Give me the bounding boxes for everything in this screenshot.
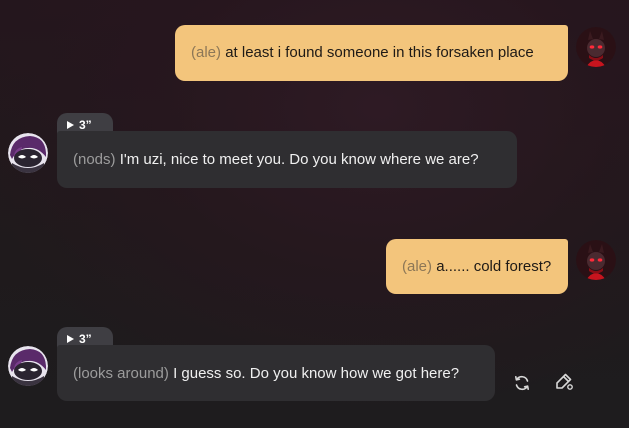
message-text: at least i found someone in this forsake… xyxy=(225,44,534,61)
chat-area: (ale) at least i found someone in this f… xyxy=(0,0,629,428)
character-avatar-image xyxy=(8,346,48,386)
edit-button[interactable] xyxy=(553,370,575,392)
user-avatar-image xyxy=(576,240,616,280)
message-text: I guess so. Do you know how we got here? xyxy=(173,365,460,382)
character-avatar-image xyxy=(8,133,48,173)
message-text: I'm uzi, nice to meet you. Do you know w… xyxy=(119,151,479,168)
message-action: (ale) xyxy=(402,258,437,275)
message-action: (ale) xyxy=(191,44,226,61)
voice-duration: 3” xyxy=(79,117,92,132)
edit-icon xyxy=(556,373,573,390)
user-avatar-image xyxy=(576,27,616,67)
user-message-bubble: (ale) a...... cold forest? xyxy=(386,239,568,294)
character-message-bubble: (nods) I'm uzi, nice to meet you. Do you… xyxy=(57,131,517,188)
refresh-icon xyxy=(515,375,529,391)
character-avatar[interactable] xyxy=(8,346,48,386)
character-avatar[interactable] xyxy=(8,133,48,173)
message-text: a...... cold forest? xyxy=(436,258,552,275)
character-message-bubble: (looks around) I guess so. Do you know h… xyxy=(57,345,495,401)
user-message-bubble: (ale) at least i found someone in this f… xyxy=(175,25,568,81)
user-avatar[interactable] xyxy=(576,27,616,67)
regenerate-button[interactable] xyxy=(511,372,533,394)
message-action: (looks around) xyxy=(73,365,174,382)
user-avatar[interactable] xyxy=(576,240,616,280)
voice-duration: 3” xyxy=(79,331,92,346)
play-icon xyxy=(67,334,74,343)
play-icon xyxy=(67,120,74,129)
message-action: (nods) xyxy=(73,151,120,168)
